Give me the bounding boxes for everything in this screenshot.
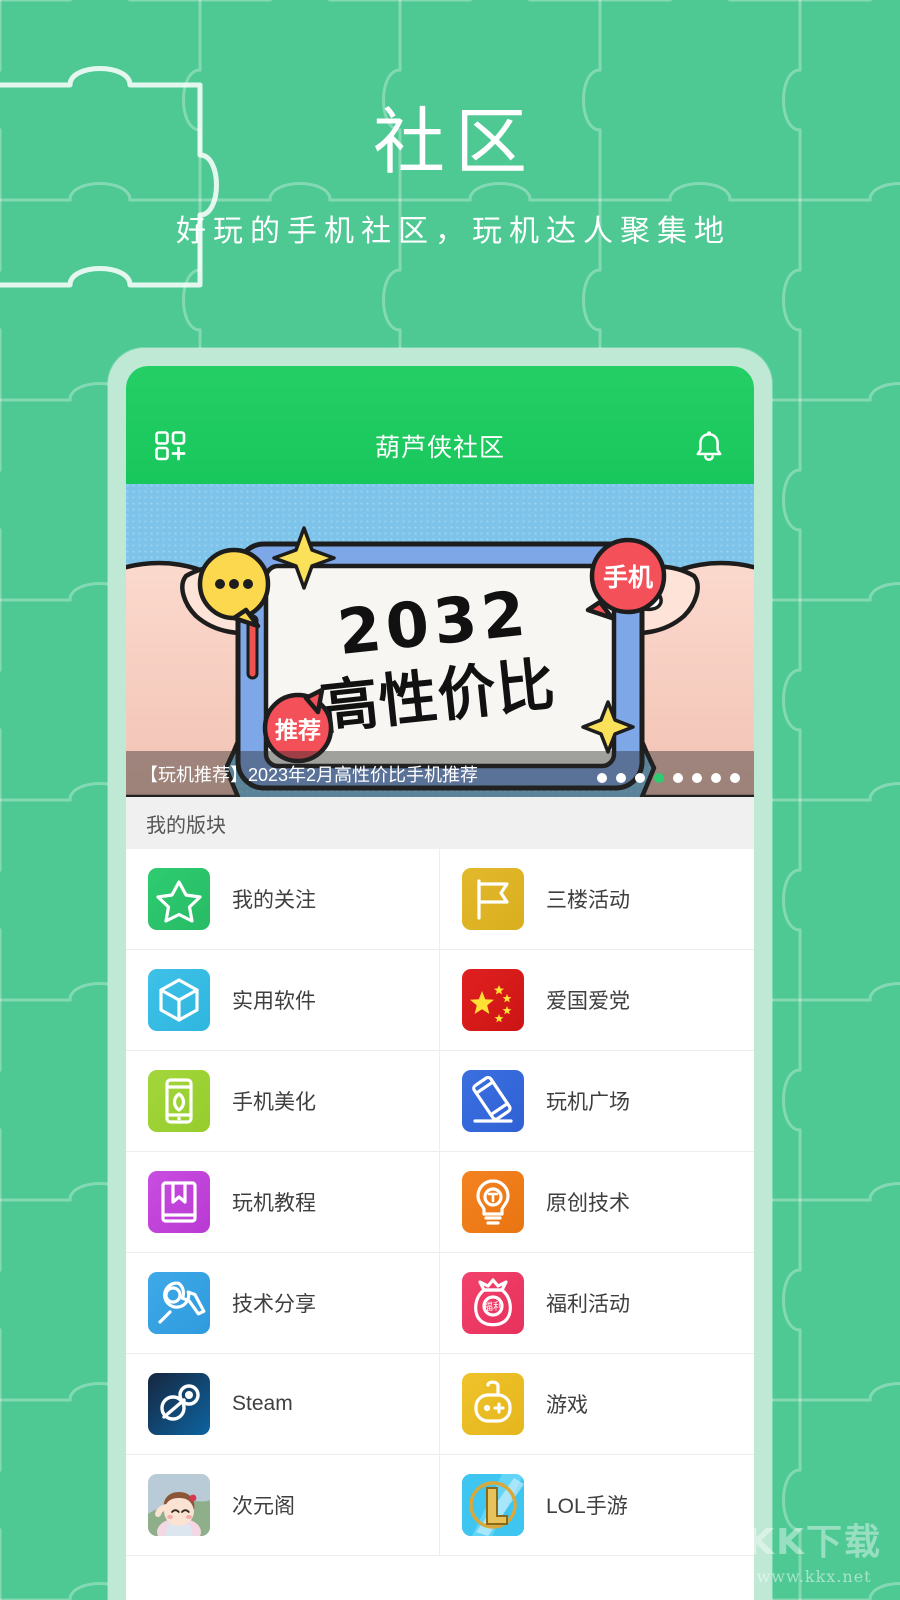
board-item-label: LOL手游 (546, 1495, 628, 1518)
phone-screen: 葫芦侠社区 2032 高性价比 手机 推荐 【玩机推荐】2023年2月高性价比手… (126, 366, 754, 1600)
board-item[interactable]: 实用软件 (126, 950, 440, 1051)
section-header: 我的版块 (126, 797, 754, 849)
board-item[interactable]: 手机美化 (126, 1051, 440, 1152)
gamepad-icon (462, 1373, 524, 1435)
app-title: 葫芦侠社区 (374, 434, 505, 462)
cube-icon (148, 969, 210, 1031)
flag-icon (462, 868, 524, 930)
board-item-label: 手机美化 (232, 1091, 316, 1114)
board-item-label: 次元阁 (232, 1495, 295, 1518)
tilted-phone-icon (462, 1070, 524, 1132)
board-grid: 我的关注 三楼活动 实用软件 爱国爱党 手机美化 玩机广场 玩机教程 原创技术 … (126, 849, 754, 1556)
svg-text:手机: 手机 (603, 563, 653, 592)
board-item-label: 技术分享 (232, 1293, 316, 1316)
board-item[interactable]: LOL手游 (440, 1455, 754, 1556)
board-item-label: 三楼活动 (546, 889, 630, 912)
board-item[interactable]: 次元阁 (126, 1455, 440, 1556)
board-item-label: 玩机教程 (232, 1192, 316, 1215)
svg-text:福利: 福利 (483, 1300, 503, 1313)
board-item[interactable]: 我的关注 (126, 849, 440, 950)
board-item-label: 原创技术 (546, 1192, 630, 1215)
board-item-label: 玩机广场 (546, 1091, 630, 1114)
board-item[interactable]: 玩机教程 (126, 1152, 440, 1253)
board-item-label: 爱国爱党 (546, 990, 630, 1013)
board-item[interactable]: 玩机广场 (440, 1051, 754, 1152)
banner-dot[interactable] (673, 773, 683, 783)
banner-carousel[interactable]: 2032 高性价比 手机 推荐 【玩机推荐】2023年2月高性价比手机推荐 (126, 484, 754, 797)
page-title: 社区 (372, 100, 537, 184)
book-icon (148, 1171, 210, 1233)
svg-text:推荐: 推荐 (275, 718, 321, 744)
grid-plus-icon[interactable] (148, 426, 194, 466)
board-item[interactable]: 三楼活动 (440, 849, 754, 950)
board-item[interactable]: Steam (126, 1354, 440, 1455)
board-item[interactable]: 福利 福利活动 (440, 1253, 754, 1354)
hero-section: 社区 好玩的手机社区，玩机达人聚集地 (0, 0, 900, 250)
wrench-icon (148, 1272, 210, 1334)
page-root: 社区 好玩的手机社区，玩机达人聚集地 葫芦侠社区 2032 高性价比 手机 推荐… (0, 0, 900, 1600)
bell-icon[interactable] (686, 426, 732, 466)
board-item-label: 福利活动 (546, 1293, 630, 1316)
board-item-label: 我的关注 (232, 889, 316, 912)
lightbulb-t-icon (462, 1171, 524, 1233)
banner-pagination-dots[interactable] (597, 773, 740, 783)
steam-icon (148, 1373, 210, 1435)
phone-mockup: 葫芦侠社区 2032 高性价比 手机 推荐 【玩机推荐】2023年2月高性价比手… (108, 348, 772, 1600)
board-item-label: Steam (232, 1392, 293, 1415)
lol-logo-icon (462, 1474, 524, 1536)
board-item-label: 实用软件 (232, 990, 316, 1013)
star-icon (148, 868, 210, 930)
section-header-label: 我的版块 (146, 814, 226, 837)
page-subtitle: 好玩的手机社区，玩机达人聚集地 (176, 214, 731, 249)
board-item[interactable]: 原创技术 (440, 1152, 754, 1253)
banner-dot[interactable] (616, 773, 626, 783)
banner-dot[interactable] (597, 773, 607, 783)
banner-dot[interactable] (654, 773, 664, 783)
phone-beautify-icon (148, 1070, 210, 1132)
china-flag-icon (462, 969, 524, 1031)
board-item-label: 游戏 (546, 1394, 588, 1417)
money-bag-icon: 福利 (462, 1272, 524, 1334)
board-item[interactable]: 爱国爱党 (440, 950, 754, 1051)
banner-caption: 【玩机推荐】2023年2月高性价比手机推荐 (140, 765, 479, 785)
banner-dot[interactable] (692, 773, 702, 783)
banner-dot[interactable] (711, 773, 721, 783)
board-item[interactable]: 游戏 (440, 1354, 754, 1455)
banner-dot[interactable] (635, 773, 645, 783)
anime-avatar-icon (148, 1474, 210, 1536)
app-header: 葫芦侠社区 (126, 366, 754, 484)
banner-dot[interactable] (730, 773, 740, 783)
board-item[interactable]: 技术分享 (126, 1253, 440, 1354)
